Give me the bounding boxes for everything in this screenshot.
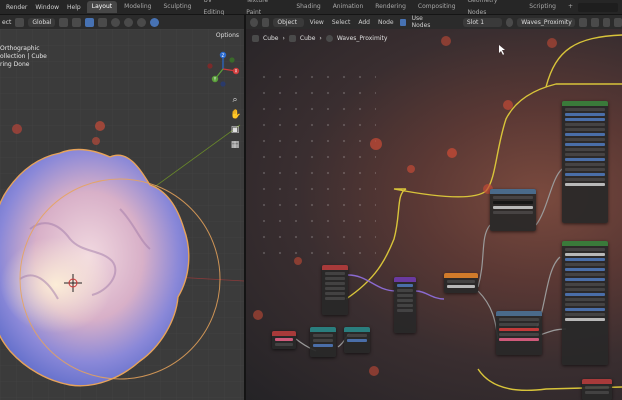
chevron-right-icon: › xyxy=(282,35,285,42)
fake-user-icon[interactable] xyxy=(579,17,587,27)
particle-dot xyxy=(441,36,451,46)
z-axis-label: Z xyxy=(222,53,225,58)
math-node-a[interactable] xyxy=(310,327,336,357)
y-axis-label: Y xyxy=(213,77,217,82)
unlink-material-icon[interactable] xyxy=(602,17,611,27)
breadcrumb-material[interactable]: Waves_Proximity xyxy=(337,35,388,42)
principled-bsdf-node-b[interactable] xyxy=(562,241,608,365)
camera-icon[interactable]: ▣ xyxy=(230,125,240,135)
slot-dropdown[interactable]: Slot 1 xyxy=(462,17,502,27)
color-ramp-node-a[interactable] xyxy=(490,189,536,231)
math-node-b[interactable] xyxy=(344,327,370,353)
particle-dot xyxy=(253,310,263,320)
particle-dot xyxy=(547,38,557,48)
mouse-cursor-icon xyxy=(499,45,505,55)
mesh-icon xyxy=(288,35,296,42)
add-workspace-button[interactable]: + xyxy=(563,1,578,13)
texture-coordinate-node[interactable] xyxy=(322,265,348,315)
top-menu-bar: Render Window Help Layout Modeling Sculp… xyxy=(0,0,622,16)
pin-icon[interactable] xyxy=(614,17,622,27)
menu-render[interactable]: Render xyxy=(2,0,31,15)
menu-window[interactable]: Window xyxy=(31,0,63,15)
breadcrumb-mesh[interactable]: Cube xyxy=(300,35,316,42)
tab-modeling[interactable]: Modeling xyxy=(119,1,156,13)
breadcrumb: Cube › Cube › Waves_Proximity xyxy=(252,35,387,42)
overlay-icon[interactable] xyxy=(98,17,108,27)
viewport-info-overlay: Orthographic ollection | Cube ring Done xyxy=(0,45,47,69)
viewport-nav-tools: ⌕ ✋ ▣ ▦ xyxy=(230,95,241,150)
particle-dot xyxy=(503,100,513,110)
menu-add[interactable]: Add xyxy=(356,19,372,26)
transform-orientation-icon[interactable] xyxy=(15,17,25,27)
use-nodes-label: Use Nodes xyxy=(411,15,431,29)
use-nodes-checkbox[interactable] xyxy=(399,18,406,26)
chevron-right-icon: › xyxy=(319,35,322,42)
select-menu-label[interactable]: ect xyxy=(2,19,11,26)
viewport-header: ect Global xyxy=(0,15,244,29)
snap-icon[interactable] xyxy=(72,17,82,27)
3d-viewport[interactable]: Options Orthographic ollection | Cube ri… xyxy=(0,29,244,400)
node-editor[interactable]: Cube › Cube › Waves_Proximity xyxy=(246,29,622,400)
tab-rendering[interactable]: Rendering xyxy=(370,1,411,13)
neg-y-axis-handle[interactable] xyxy=(229,57,235,63)
particle-dot xyxy=(92,137,100,145)
grid-view-icon[interactable]: ▦ xyxy=(230,140,240,150)
proportional-edit-icon[interactable] xyxy=(85,17,95,27)
menu-select[interactable]: Select xyxy=(330,19,353,26)
principled-bsdf-node[interactable] xyxy=(562,101,608,223)
material-icon xyxy=(325,35,333,42)
neg-x-axis-handle[interactable] xyxy=(207,63,213,69)
render-status-text: ring Done xyxy=(0,61,30,68)
menu-view[interactable]: View xyxy=(308,19,326,26)
hand-pan-icon[interactable]: ✋ xyxy=(230,110,241,120)
viewport-shading-solid-icon[interactable] xyxy=(124,17,134,27)
viewport-shading-material-icon[interactable] xyxy=(137,17,147,27)
menu-help[interactable]: Help xyxy=(63,0,85,15)
object-mode-dropdown[interactable]: Object xyxy=(273,17,304,27)
particle-dot xyxy=(407,165,415,173)
particle-dot xyxy=(294,257,302,265)
noise-texture-node[interactable] xyxy=(444,273,478,293)
particle-dot xyxy=(370,138,382,150)
tab-shading[interactable]: Shading xyxy=(291,1,325,13)
viewport-shading-wire-icon[interactable] xyxy=(111,17,121,27)
particle-dot xyxy=(447,148,457,158)
view-mode-text: Orthographic xyxy=(0,45,40,52)
options-dropdown[interactable]: Options xyxy=(216,32,239,39)
editor-type-icon[interactable] xyxy=(250,17,258,27)
tab-sculpting[interactable]: Sculpting xyxy=(158,1,196,13)
zoom-icon[interactable]: ⌕ xyxy=(230,95,240,105)
navigation-gizmo[interactable]: Z X Y xyxy=(205,51,241,87)
node-editor-header: Object View Select Add Node Use Nodes Sl… xyxy=(246,15,622,29)
viewport-shading-rendered-icon[interactable] xyxy=(150,17,160,27)
material-output-node[interactable] xyxy=(582,379,612,400)
menu-node[interactable]: Node xyxy=(376,19,396,26)
neg-z-axis-handle[interactable] xyxy=(220,81,226,87)
particle-dot xyxy=(12,124,22,134)
breadcrumb-object[interactable]: Cube xyxy=(263,35,279,42)
particle-dot xyxy=(369,366,379,376)
collection-text: ollection | Cube xyxy=(0,53,47,60)
tab-compositing[interactable]: Compositing xyxy=(413,1,461,13)
mapping-node[interactable] xyxy=(394,277,416,333)
tab-animation[interactable]: Animation xyxy=(328,1,369,13)
value-node[interactable] xyxy=(272,331,296,349)
duplicate-material-icon[interactable] xyxy=(590,17,599,27)
tab-scripting[interactable]: Scripting xyxy=(524,1,561,13)
color-ramp-node-b[interactable] xyxy=(496,311,542,355)
orientation-dropdown[interactable]: Global xyxy=(28,17,56,27)
particle-dot xyxy=(95,121,105,131)
object-icon xyxy=(252,35,259,42)
material-name-field[interactable]: Waves_Proximity xyxy=(517,17,576,27)
pivot-icon[interactable] xyxy=(59,17,69,27)
shader-type-icon[interactable] xyxy=(261,17,270,27)
tab-layout[interactable]: Layout xyxy=(86,1,118,13)
scene-icon[interactable] xyxy=(578,2,619,12)
material-sphere-icon[interactable] xyxy=(505,17,514,27)
x-axis-label: X xyxy=(235,69,238,74)
